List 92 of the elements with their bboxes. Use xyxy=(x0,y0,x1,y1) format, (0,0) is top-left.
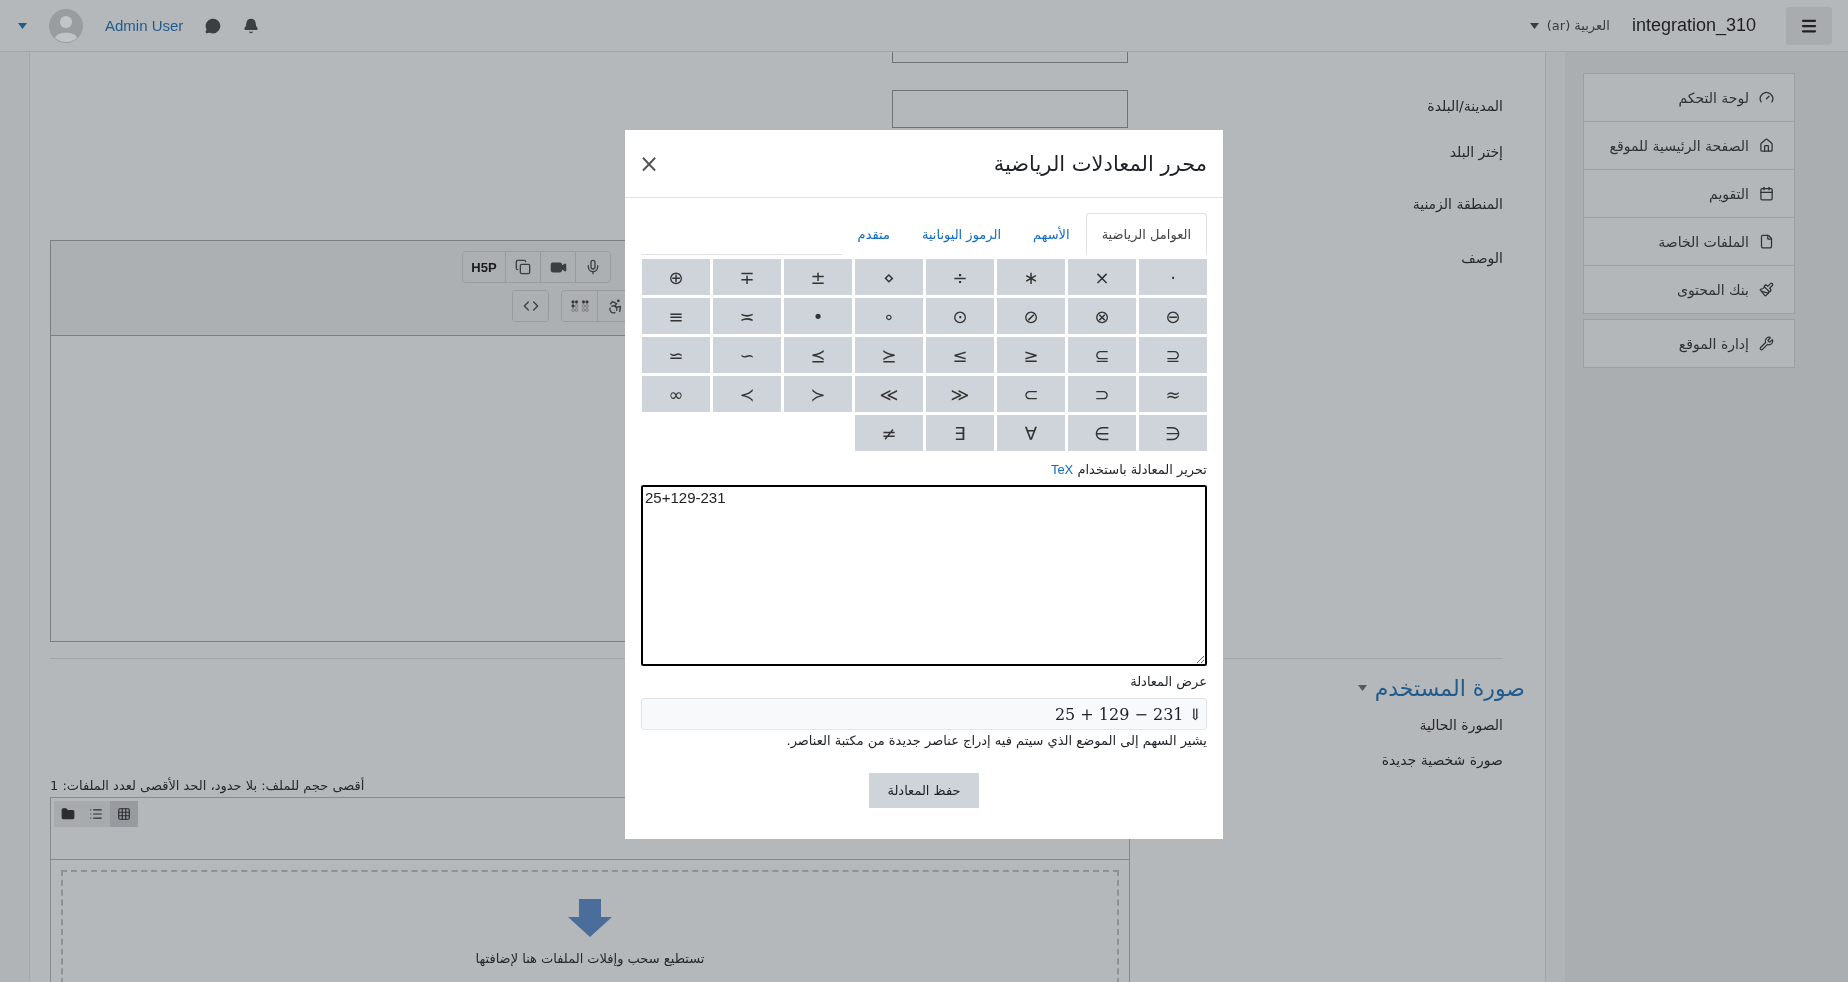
site-name: integration_310 xyxy=(1631,15,1756,36)
symbol-button[interactable]: ⊂ xyxy=(1068,376,1136,412)
symbol-button[interactable]: ⪰ xyxy=(784,337,852,373)
list-icon xyxy=(89,807,103,821)
symbol-button[interactable]: ∘ xyxy=(855,298,923,334)
drop-zone[interactable]: تستطيع سحب وإفلات الملفات هنا لإضافتها xyxy=(61,870,1119,982)
accessibility-icon xyxy=(606,297,624,315)
symbol-button[interactable]: ∋ xyxy=(1068,415,1136,451)
symbol-button[interactable]: ⊘ xyxy=(997,298,1065,334)
copy-icon xyxy=(515,259,531,275)
symbol-button[interactable]: ⪯ xyxy=(855,337,923,373)
wrench-icon xyxy=(1759,336,1774,351)
symbol-button[interactable]: ⊙ xyxy=(926,298,994,334)
nav-item[interactable]: لوحة التحكم xyxy=(1584,74,1794,122)
caret-icon xyxy=(1357,685,1367,691)
equation-preview: 25 + 129 − 231 ⇓ xyxy=(641,698,1207,730)
symbol-button[interactable]: ≡ xyxy=(642,298,710,334)
field-label: الصورة الحالية xyxy=(1418,717,1503,733)
field-label: إختر البلد xyxy=(1448,144,1503,160)
symbol-button[interactable]: ∞ xyxy=(642,376,710,412)
brush-icon xyxy=(1759,282,1774,297)
code-icon xyxy=(522,298,539,314)
symbol-button[interactable]: ≺ xyxy=(784,376,852,412)
user-name[interactable]: Admin User xyxy=(105,17,184,34)
bell-icon[interactable] xyxy=(243,17,260,34)
microphone-icon xyxy=(585,259,601,275)
folder-icon xyxy=(61,807,75,821)
symbol-button[interactable]: ≍ xyxy=(713,298,781,334)
field-label: المنطقة الزمنية xyxy=(1411,196,1503,212)
nav-item[interactable]: التقويم xyxy=(1584,170,1794,218)
nav-item[interactable]: بنك المحتوى xyxy=(1584,266,1794,313)
caret-icon[interactable] xyxy=(18,22,27,29)
symbol-button[interactable]: ≠ xyxy=(855,415,923,451)
symbol-button[interactable]: ≫ xyxy=(855,376,923,412)
symbol-button[interactable]: ∈ xyxy=(1139,415,1207,451)
menu-button[interactable] xyxy=(1786,6,1832,45)
help-text: يشير السهم إلى الموضع الذي سيتم فيه إدراج عناصر جديدة من مكتبة العناصر. xyxy=(785,733,1207,748)
tex-input-field[interactable]: 25+129-231 xyxy=(641,485,1207,666)
close-button[interactable]: × xyxy=(639,151,660,176)
field-label: الوصف xyxy=(1460,249,1503,266)
symbol-button[interactable]: ∃ xyxy=(926,415,994,451)
symbol-button[interactable]: ⊃ xyxy=(997,376,1065,412)
view-button[interactable] xyxy=(54,801,82,827)
symbol-button[interactable]: × xyxy=(1068,259,1136,295)
symbol-button[interactable]: ⊗ xyxy=(1068,298,1136,334)
field-label: المدينة/البلدة xyxy=(1426,97,1503,114)
symbol-button[interactable]: ≥ xyxy=(926,337,994,373)
dialog-title: محرر المعادلات الرياضية xyxy=(993,151,1207,176)
symbol-button[interactable]: ≃ xyxy=(642,337,710,373)
symbol-button[interactable]: ÷ xyxy=(926,259,994,295)
file-icon xyxy=(1759,234,1774,249)
caret-icon xyxy=(1529,22,1539,29)
section-heading[interactable]: صورة المستخدم xyxy=(1357,673,1525,703)
view-button[interactable] xyxy=(110,801,138,827)
gauge-icon xyxy=(1759,90,1774,105)
home-icon xyxy=(1759,138,1774,153)
nav-item[interactable]: إدارة الموقع xyxy=(1584,320,1794,367)
field-label: صورة شخصية جديدة xyxy=(1380,751,1503,768)
symbol-button[interactable]: ∓ xyxy=(713,259,781,295)
symbol-button[interactable]: ⊇ xyxy=(1068,337,1136,373)
calendar-icon xyxy=(1759,186,1774,201)
chat-icon[interactable] xyxy=(205,17,222,34)
file-limits-text: أقصى حجم للملف: بلا حدود، الحد الأقصى لعدد الملفات: 1 xyxy=(50,778,365,793)
symbol-button[interactable]: ∗ xyxy=(997,259,1065,295)
microphone-button[interactable] xyxy=(575,252,610,282)
tab[interactable]: العوامل الرياضية xyxy=(1085,213,1207,255)
symbol-button[interactable]: ± xyxy=(784,259,852,295)
nav-item[interactable]: الصفحة الرئيسية للموقع xyxy=(1584,122,1794,170)
input-field[interactable] xyxy=(892,52,1128,63)
view-button[interactable] xyxy=(82,801,110,827)
symbol-button[interactable]: ⊖ xyxy=(1139,298,1207,334)
input-field[interactable] xyxy=(892,90,1128,128)
symbol-button[interactable]: · xyxy=(1139,259,1207,295)
grid-icon xyxy=(117,807,131,821)
symbol-button[interactable]: ∀ xyxy=(997,415,1065,451)
symbol-button[interactable]: ≪ xyxy=(926,376,994,412)
braille-icon xyxy=(570,300,589,312)
symbol-button[interactable]: ∼ xyxy=(713,337,781,373)
tex-link[interactable]: TeX xyxy=(1050,462,1074,477)
arrow-down-icon xyxy=(568,898,612,937)
code-button[interactable] xyxy=(513,291,548,321)
symbol-button[interactable]: ⊆ xyxy=(1139,337,1207,373)
nav-item[interactable]: الملفات الخاصة xyxy=(1584,218,1794,266)
symbol-button[interactable]: • xyxy=(784,298,852,334)
symbol-button[interactable]: ≻ xyxy=(713,376,781,412)
symbol-button[interactable]: ≈ xyxy=(1139,376,1207,412)
symbol-button[interactable]: ⊕ xyxy=(642,259,710,295)
save-button[interactable]: حفظ المعادلة xyxy=(869,773,979,808)
symbol-button[interactable]: ⋄ xyxy=(855,259,923,295)
preview-label: عرض المعادلة xyxy=(1129,674,1207,689)
symbol-button[interactable]: ≤ xyxy=(997,337,1065,373)
language-menu[interactable]: العربية (ar) xyxy=(1529,18,1610,33)
